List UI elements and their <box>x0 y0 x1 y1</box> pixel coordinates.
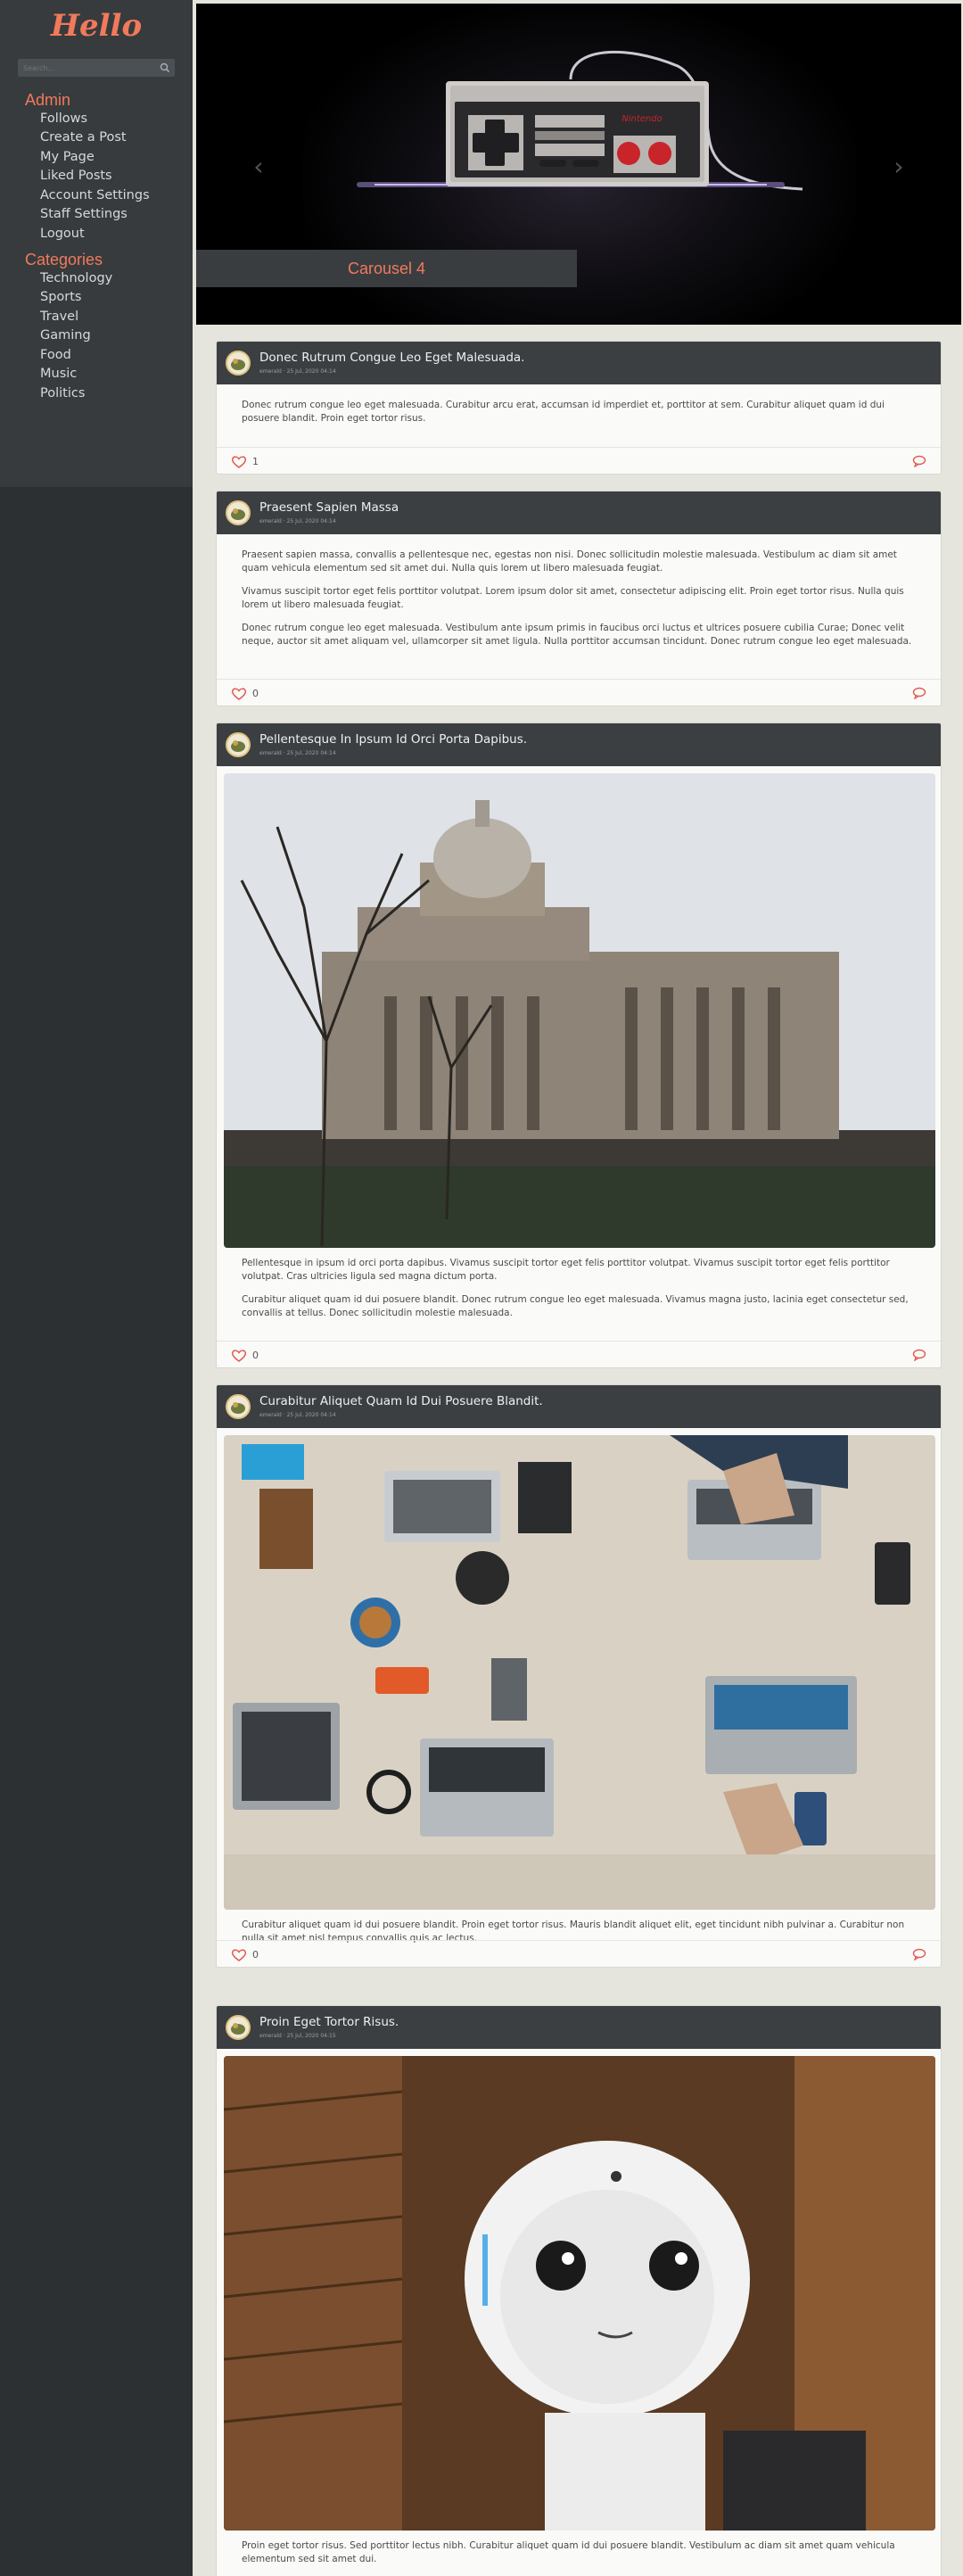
post-card: Curabitur Aliquet Quam Id Dui Posuere Bl… <box>216 1384 942 1968</box>
post-header: Donec Rutrum Congue Leo Eget Malesuada. … <box>217 342 941 384</box>
heart-icon[interactable] <box>231 1948 247 1962</box>
comment-icon[interactable] <box>912 455 926 467</box>
site-logo[interactable]: Hello <box>0 4 193 48</box>
post-footer: 0 <box>217 679 941 706</box>
carousel-next-arrow[interactable]: › <box>890 153 908 180</box>
post-header: Pellentesque In Ipsum Id Orci Porta Dapi… <box>217 723 941 766</box>
post-meta: emerald · 25 Jul, 2020 04:14 <box>259 368 336 375</box>
sidebar-item-my-page[interactable]: My Page <box>40 148 95 166</box>
post-paragraph: Curabitur aliquet quam id dui posuere bl… <box>242 1294 909 1318</box>
comment-icon[interactable] <box>912 1349 926 1361</box>
post-header: Curabitur Aliquet Quam Id Dui Posuere Bl… <box>217 1385 941 1428</box>
sidebar: Hello Admin Follows Create a Post My Pag… <box>0 0 193 2576</box>
like-count: 0 <box>252 688 259 699</box>
post-card: Proin Eget Tortor Risus. emerald · 25 Ju… <box>216 2005 942 2576</box>
carousel-prev-arrow[interactable]: ‹ <box>250 153 268 180</box>
sidebar-item-technology[interactable]: Technology <box>40 269 112 287</box>
post-title[interactable]: Proin Eget Tortor Risus. <box>259 2014 399 2030</box>
sidebar-item-follows[interactable]: Follows <box>40 110 87 128</box>
post-paragraph: Donec rutrum congue leo eget malesuada. … <box>242 400 885 424</box>
post-image <box>224 1435 935 1910</box>
post-body: Praesent sapien massa, convallis a pelle… <box>242 549 919 658</box>
post-card: Pellentesque In Ipsum Id Orci Porta Dapi… <box>216 722 942 1368</box>
post-body: Proin eget tortor risus. Sed porttitor l… <box>242 2539 919 2576</box>
desk-laptops-photo <box>224 1435 935 1910</box>
post-meta: emerald · 25 Jul, 2020 04:14 <box>259 1412 336 1418</box>
avatar[interactable] <box>226 351 251 376</box>
post-footer: 1 <box>217 447 941 474</box>
sidebar-item-gaming[interactable]: Gaming <box>40 326 91 344</box>
categories-heading: Categories <box>25 251 103 268</box>
post-card: Praesent Sapien Massa emerald · 25 Jul, … <box>216 491 942 706</box>
post-image <box>224 2056 935 2531</box>
post-title[interactable]: Donec Rutrum Congue Leo Eget Malesuada. <box>259 350 524 366</box>
post-card: Donec Rutrum Congue Leo Eget Malesuada. … <box>216 341 942 475</box>
sidebar-item-sports[interactable]: Sports <box>40 288 81 306</box>
comment-icon[interactable] <box>912 1948 926 1961</box>
sidebar-item-logout[interactable]: Logout <box>40 225 85 243</box>
post-image <box>224 773 935 1248</box>
post-footer: 0 <box>217 1940 941 1967</box>
post-paragraph: Pellentesque in ipsum id orci porta dapi… <box>242 1258 890 1282</box>
post-body: Donec rutrum congue leo eget malesuada. … <box>242 399 919 435</box>
post-title[interactable]: Praesent Sapien Massa <box>259 500 399 516</box>
post-body: Pellentesque in ipsum id orci porta dapi… <box>242 1257 919 1330</box>
post-footer: 0 <box>217 1341 941 1367</box>
like-count: 0 <box>252 1949 259 1961</box>
comment-icon[interactable] <box>912 687 926 699</box>
like-count: 1 <box>252 456 259 467</box>
sidebar-item-music[interactable]: Music <box>40 365 77 383</box>
sidebar-item-account-settings[interactable]: Account Settings <box>40 186 150 204</box>
search-box <box>18 59 175 77</box>
avatar[interactable] <box>226 2015 251 2040</box>
sidebar-item-staff-settings[interactable]: Staff Settings <box>40 205 128 223</box>
post-paragraph: Proin eget tortor risus. Sed porttitor l… <box>242 2540 895 2564</box>
carousel-image-text: Nintendo <box>621 114 662 124</box>
sidebar-item-travel[interactable]: Travel <box>40 308 78 326</box>
sidebar-item-food[interactable]: Food <box>40 346 71 364</box>
heart-icon[interactable] <box>231 455 247 469</box>
avatar[interactable] <box>226 732 251 757</box>
search-input[interactable] <box>18 59 157 77</box>
post-meta: emerald · 25 Jul, 2020 04:14 <box>259 518 336 524</box>
post-header: Proin Eget Tortor Risus. emerald · 25 Ju… <box>217 2006 941 2049</box>
search-icon[interactable] <box>159 62 171 74</box>
heart-icon[interactable] <box>231 687 247 701</box>
like-count: 0 <box>252 1350 259 1361</box>
carousel-caption: Carousel 4 <box>196 250 577 287</box>
post-meta: emerald · 25 Jul, 2020 04:14 <box>259 750 336 756</box>
sidebar-item-politics[interactable]: Politics <box>40 384 85 402</box>
avatar[interactable] <box>226 1394 251 1419</box>
sidebar-item-liked-posts[interactable]: Liked Posts <box>40 167 112 185</box>
carousel-image-controller: Nintendo <box>357 50 803 191</box>
post-meta: emerald · 25 Jul, 2020 04:15 <box>259 2033 336 2039</box>
post-title[interactable]: Pellentesque In Ipsum Id Orci Porta Dapi… <box>259 731 527 747</box>
sidebar-item-create-post[interactable]: Create a Post <box>40 128 127 146</box>
avatar[interactable] <box>226 500 251 525</box>
post-header: Praesent Sapien Massa emerald · 25 Jul, … <box>217 491 941 534</box>
post-paragraph: Donec rutrum congue leo eget malesuada. … <box>242 623 912 647</box>
carousel: Nintendo ‹ › Carousel 4 <box>196 4 961 325</box>
heart-icon[interactable] <box>231 1349 247 1363</box>
capitol-building-photo <box>224 773 935 1248</box>
post-paragraph: Vivamus suscipit tortor eget felis portt… <box>242 586 904 610</box>
robot-photo <box>224 2056 935 2531</box>
admin-heading: Admin <box>25 91 71 109</box>
post-paragraph: Praesent sapien massa, convallis a pelle… <box>242 549 897 574</box>
post-title[interactable]: Curabitur Aliquet Quam Id Dui Posuere Bl… <box>259 1393 543 1409</box>
